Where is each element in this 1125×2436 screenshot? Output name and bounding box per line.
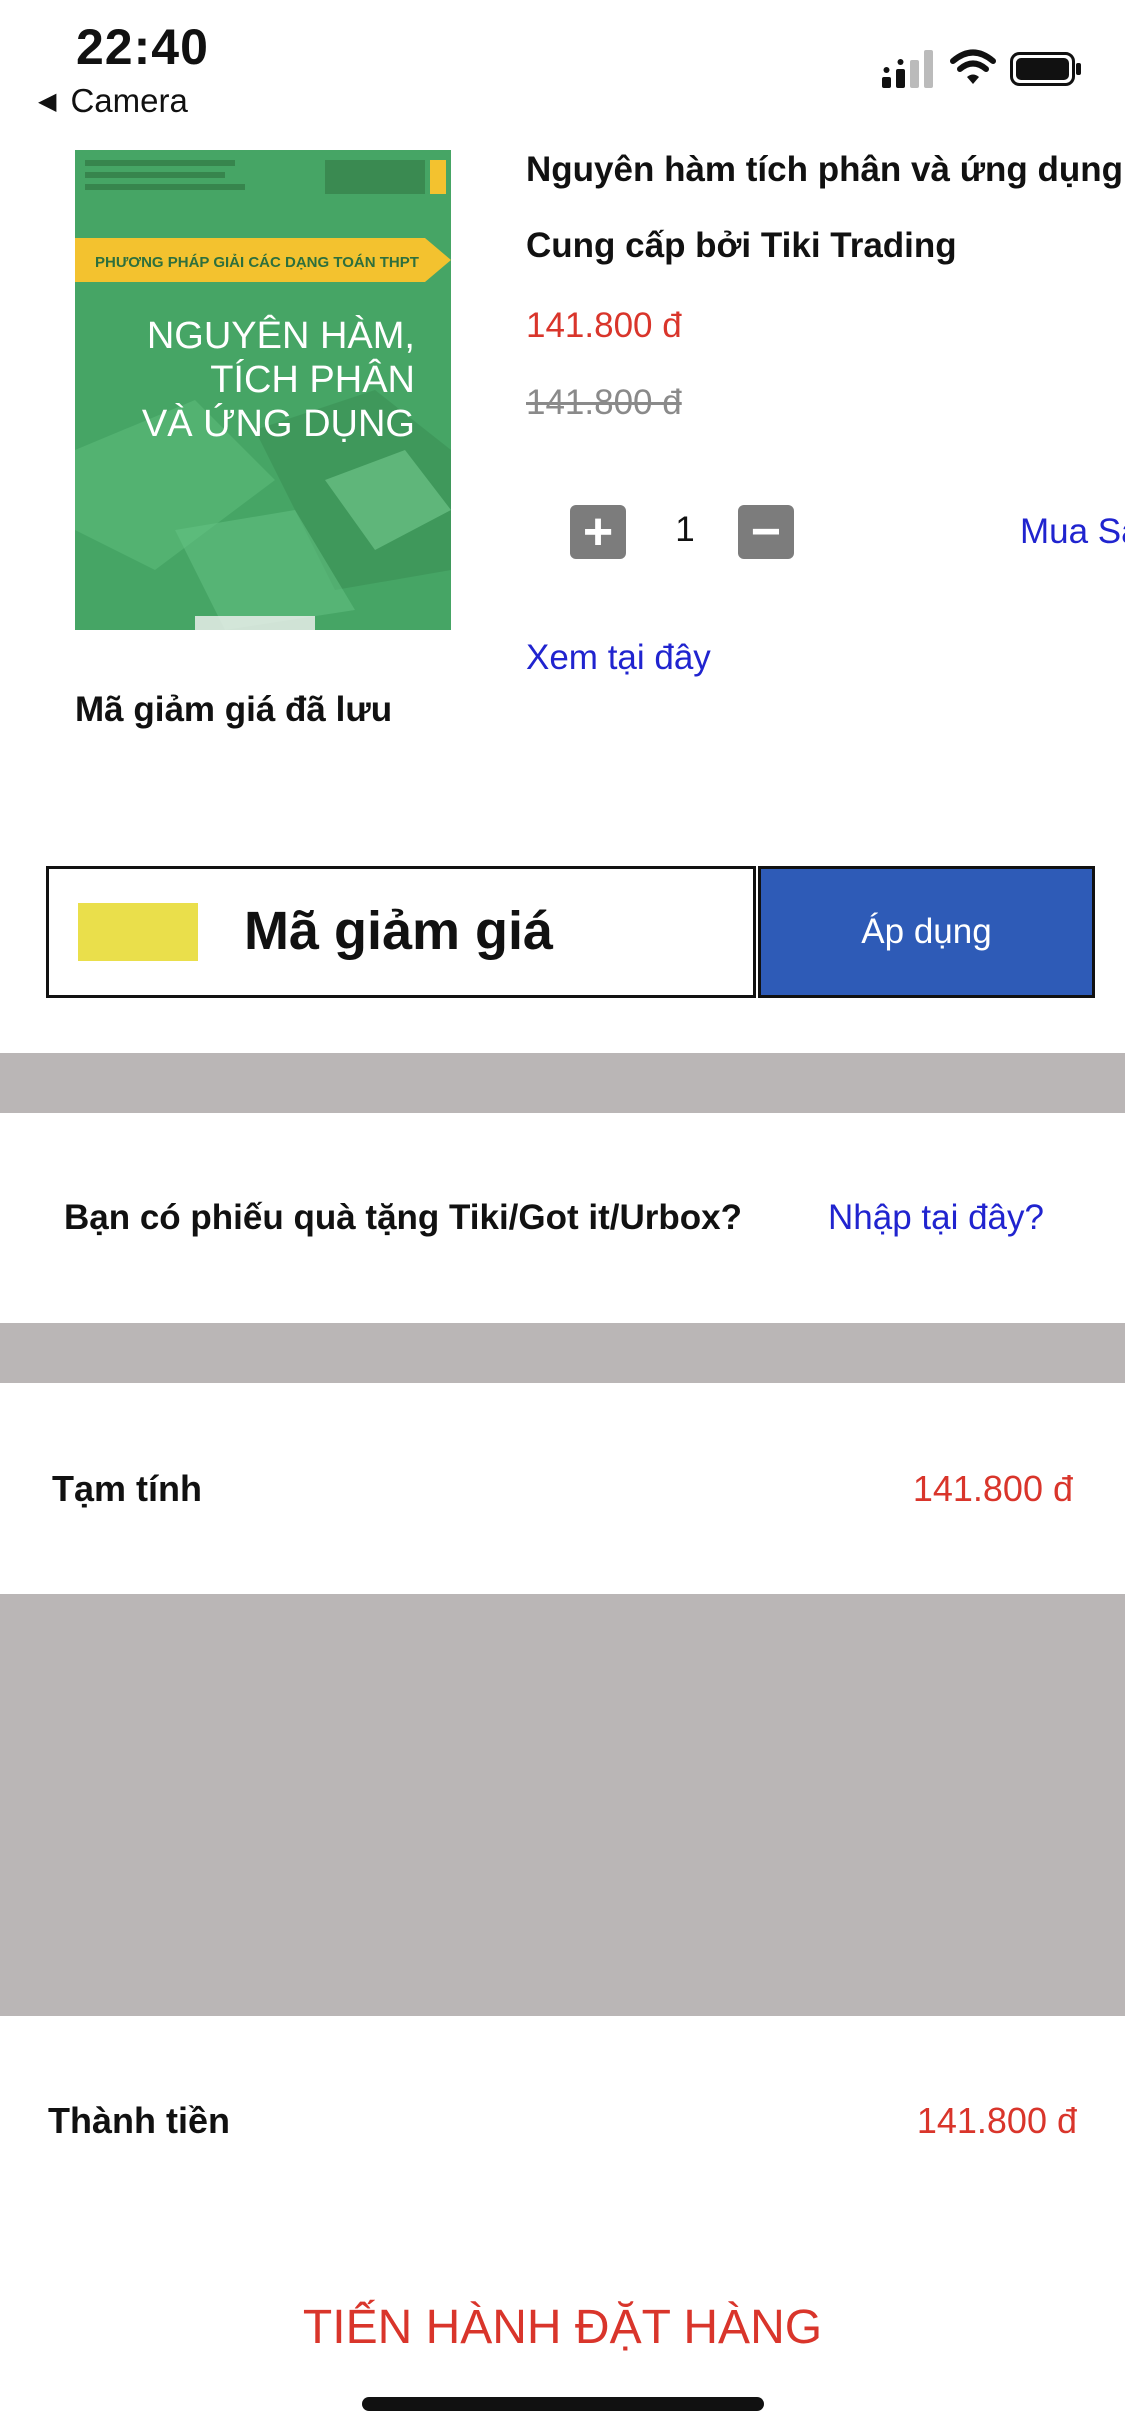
gift-voucher-question: Bạn có phiếu quà tặng Tiki/Got it/Urbox? xyxy=(64,1198,742,1237)
checkout-button[interactable]: TIẾN HÀNH ĐẶT HÀNG xyxy=(0,2300,1125,2355)
total-value: 141.800 đ xyxy=(916,2100,1077,2141)
cover-title-line-2: TÍCH PHÂN xyxy=(210,358,415,401)
subtotal-label: Tạm tính xyxy=(52,1468,202,1509)
buy-later-link[interactable]: Mua Sau xyxy=(1020,512,1125,552)
product-seller: Cung cấp bởi Tiki Trading xyxy=(526,226,957,265)
section-divider xyxy=(0,1053,1125,1113)
subtotal-value: 141.800 đ xyxy=(912,1468,1073,1509)
increase-quantity-button[interactable]: + xyxy=(570,505,626,559)
quantity-value: 1 xyxy=(675,510,695,549)
status-time: 22:40 xyxy=(76,19,209,75)
product-title[interactable]: Nguyên hàm tích phân và ứng dụng xyxy=(526,150,1123,190)
cover-top-text: PHƯƠNG PHÁP GIẢI CÁC DẠNG TOÁN THPT xyxy=(95,254,419,271)
back-label: Camera xyxy=(70,82,188,119)
decrease-quantity-button[interactable]: − xyxy=(738,505,794,559)
apply-coupon-button[interactable]: Áp dụng xyxy=(758,866,1095,998)
book-cover-art: PHƯƠNG PHÁP GIẢI CÁC DẠNG TOÁN THPT NGUY… xyxy=(75,150,451,630)
coupon-input-label: Mã giảm giá xyxy=(244,901,554,961)
home-indicator[interactable] xyxy=(362,2397,764,2411)
saved-coupons-label[interactable]: Mã giảm giá đã lưu xyxy=(75,690,392,730)
back-triangle-icon: ◀ xyxy=(38,88,57,115)
wifi-icon xyxy=(950,49,996,84)
minus-icon: − xyxy=(750,503,782,561)
product-original-price: 141.800 đ xyxy=(526,383,682,422)
section-divider xyxy=(0,1323,1125,1383)
total-label: Thành tiền xyxy=(48,2100,230,2141)
cover-title-line-1: NGUYÊN HÀM, xyxy=(147,314,415,357)
section-divider-large xyxy=(0,1594,1125,2016)
back-to-camera-button[interactable]: ◀ Camera xyxy=(38,82,188,120)
battery-icon xyxy=(1010,52,1081,86)
view-here-link[interactable]: Xem tại đây xyxy=(526,638,711,678)
product-price: 141.800 đ xyxy=(526,306,682,345)
cover-title-line-3: VÀ ỨNG DỤNG xyxy=(142,402,415,445)
cellular-signal-icon xyxy=(882,50,933,88)
apply-button-label: Áp dụng xyxy=(861,912,992,951)
plus-icon: + xyxy=(582,503,614,561)
coupon-tag-icon xyxy=(78,903,198,961)
book-cover-image[interactable]: PHƯƠNG PHÁP GIẢI CÁC DẠNG TOÁN THPT NGUY… xyxy=(75,150,451,630)
gift-voucher-link[interactable]: Nhập tại đây? xyxy=(828,1198,1044,1238)
